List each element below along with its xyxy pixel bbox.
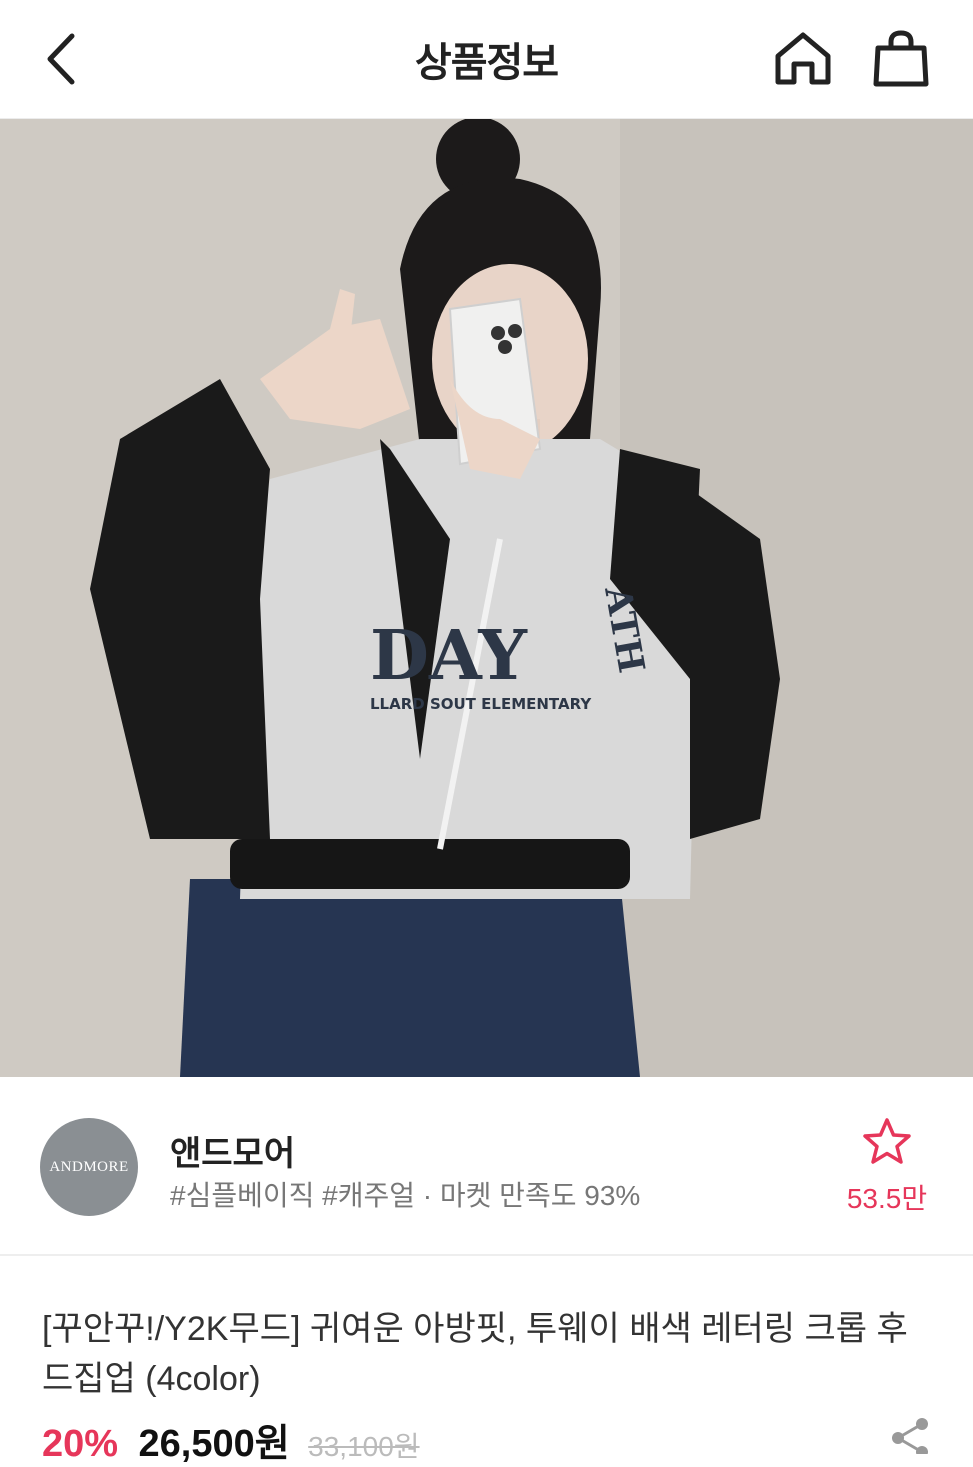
product-image-carousel[interactable]: DAY LLARD SOUT ELEMENTARY ATH [0, 119, 973, 1077]
home-icon [775, 32, 831, 85]
shirt-sub-lettering: LLARD SOUT ELEMENTARY [370, 695, 592, 713]
favorite-count: 53.5만 [846, 1183, 928, 1214]
discount-rate: 20% [42, 1423, 119, 1465]
price-row: 20% 26,500원 33,100원 [42, 1412, 420, 1465]
section-divider [0, 1254, 973, 1256]
shop-logo[interactable]: ANDMORE [40, 1118, 138, 1216]
home-button[interactable] [768, 26, 838, 92]
share-button[interactable] [884, 1414, 934, 1458]
sale-price: 26,500원 [138, 1423, 290, 1465]
product-title: [꾸안꾸!/Y2K무드] 귀여운 아방핏, 투웨이 배색 레터링 크롭 후드집업… [42, 1310, 908, 1398]
shop-tags: #심플베이직 #캐주얼 · 마켓 만족도 93% [170, 1180, 641, 1211]
shopping-bag-icon [873, 30, 929, 87]
shop-name[interactable]: 앤드모어 [170, 1126, 295, 1175]
shirt-lettering: DAY [370, 616, 528, 696]
share-icon [892, 1418, 928, 1458]
product-photo: DAY LLARD SOUT ELEMENTARY ATH [0, 119, 973, 1077]
cart-button[interactable] [866, 26, 936, 92]
shop-info[interactable]: ANDMORE 앤드모어 #심플베이직 #캐주얼 · 마켓 만족도 93% 53… [0, 1078, 973, 1254]
original-price: 33,100원 [308, 1431, 420, 1462]
favorite-shop-button[interactable]: 53.5만 [840, 1116, 934, 1216]
app-header: 상품정보 [0, 0, 973, 119]
star-outline-icon [863, 1118, 911, 1164]
